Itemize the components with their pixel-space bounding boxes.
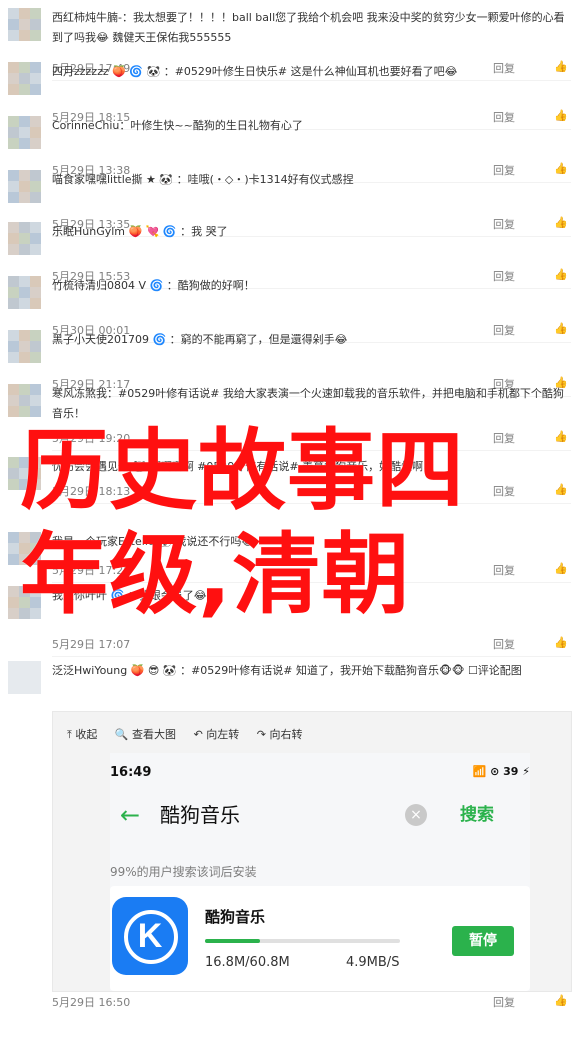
avatar[interactable] xyxy=(8,384,41,417)
comment-time: 5月29日 16:50 xyxy=(52,996,131,1009)
kugou-app-icon: K xyxy=(112,897,188,975)
app-icon-letter: K xyxy=(137,917,163,955)
avatar[interactable] xyxy=(8,62,41,95)
avatar[interactable] xyxy=(8,116,41,149)
comment-text: CorinneChiu：叶修生快~~酷狗的生日礼物有心了 xyxy=(52,119,303,132)
screenshot-image: 16:49 📶 ⊙ 39 ⚡ ← 酷狗音乐 × 搜索 99%的用户搜索该词后安装… xyxy=(110,753,530,991)
back-arrow-icon: ← xyxy=(120,801,141,829)
comment-text: 竹梳待清归0804 V 🌀 ：酷狗做的好啊！ xyxy=(52,279,255,292)
reply-button[interactable]: 回复 xyxy=(493,636,515,652)
comment-text: 乐眠HunGylm 🍑 💘 🌀 ：我 哭了 xyxy=(52,225,228,238)
avatar[interactable] xyxy=(8,170,41,203)
reply-button[interactable]: 回复 xyxy=(493,994,515,1010)
search-button: 搜索 xyxy=(460,805,494,825)
status-icons: 📶 ⊙ 39 ⚡ xyxy=(472,765,530,778)
comment-text: 西红柿炖牛腩-：我太想要了！！！！ball ball您了我给个机会吧 我来没中奖… xyxy=(52,11,565,44)
download-size: 16.8M/60.8M xyxy=(205,955,290,970)
comment-text: 四月zzzzzz 🍑 🌀 🐼 ：#0529叶修生日快乐# 这是什么神仙耳机也要好… xyxy=(52,65,458,78)
avatar[interactable] xyxy=(8,661,41,694)
like-button[interactable]: 👍 xyxy=(554,994,571,1007)
collapse-button[interactable]: ⤒ 收起 xyxy=(67,728,97,741)
comment-time: 5月29日 17:07 xyxy=(52,638,131,651)
comment-text: 喵食家嘿嘿little撕 ★ 🐼 ：哇哦(・◇・)卡1314好有仪式感捏 xyxy=(52,173,354,186)
comment-text: 泛泛HwiYoung 🍑 😎 🐼 ：#0529叶修有话说# 知道了，我开始下载酷… xyxy=(52,664,522,677)
avatar[interactable] xyxy=(8,276,41,309)
download-progress-bar xyxy=(205,939,400,943)
like-button[interactable]: 👍 xyxy=(554,636,571,649)
comment-text: 黑子小天使201709 🌀 ：窮的不能再窮了，但是還得剁手😂 xyxy=(52,333,348,346)
rotate-left-button[interactable]: ↶ 向左转 xyxy=(194,728,240,741)
pause-button: 暂停 xyxy=(452,926,514,956)
install-hint: 99%的用户搜索该词后安装 xyxy=(110,865,257,879)
overlay-line-1: 历史故事四 xyxy=(20,419,466,522)
comment-meta: 5月29日 16:50 回复 👍 xyxy=(52,994,571,1010)
view-large-button[interactable]: 🔍 查看大图 xyxy=(115,728,176,741)
status-time: 16:49 xyxy=(110,765,152,780)
avatar[interactable] xyxy=(8,330,41,363)
avatar[interactable] xyxy=(8,8,41,41)
overlay-line-2: 年级,清朝 xyxy=(20,523,411,626)
rotate-right-button[interactable]: ↷ 向右转 xyxy=(257,728,303,741)
clear-icon: × xyxy=(405,804,427,826)
comment-text: 寒风冻煞我：#0529叶修有话说# 我给大家表演一个火速卸载我的音乐软件，并把电… xyxy=(52,387,564,420)
download-speed: 4.9MB/S xyxy=(346,955,400,970)
image-toolbar: ⤒ 收起 🔍 查看大图 ↶ 向左转 ↷ 向右转 xyxy=(67,726,317,742)
search-query: 酷狗音乐 xyxy=(160,803,240,827)
comment-image-box: ⤒ 收起 🔍 查看大图 ↶ 向左转 ↷ 向右转 16:49 📶 ⊙ 39 ⚡ ←… xyxy=(52,711,572,992)
thumbs-up-icon: 👍 xyxy=(554,636,568,649)
download-progress-fill xyxy=(205,939,260,943)
comment-divider xyxy=(52,656,571,657)
search-bar: ← 酷狗音乐 × 搜索 xyxy=(120,801,520,829)
comment-meta: 5月29日 17:07 回复 👍 xyxy=(52,636,571,652)
app-name: 酷狗音乐 xyxy=(205,908,266,926)
avatar[interactable] xyxy=(8,222,41,255)
thumbs-up-icon: 👍 xyxy=(554,994,568,1007)
overlay-title: 历史故事四 年级,清朝 xyxy=(20,419,570,627)
app-card: K 酷狗音乐 16.8M/60.8M 4.9MB/S 暂停 xyxy=(110,886,530,991)
